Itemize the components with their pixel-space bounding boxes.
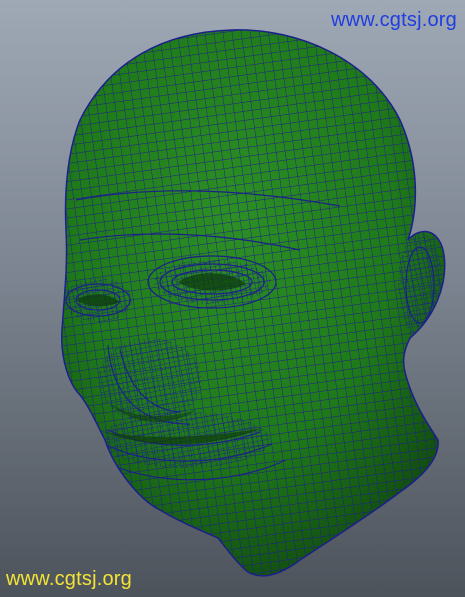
head-mesh-render[interactable] [0,0,465,597]
watermark-bottom: www.cgtsj.org [6,568,132,590]
viewport-3d[interactable]: www.cgtsj.org www.cgtsj.org [0,0,465,597]
watermark-top: www.cgtsj.org [331,9,457,31]
wireframe-overlay [61,29,445,576]
